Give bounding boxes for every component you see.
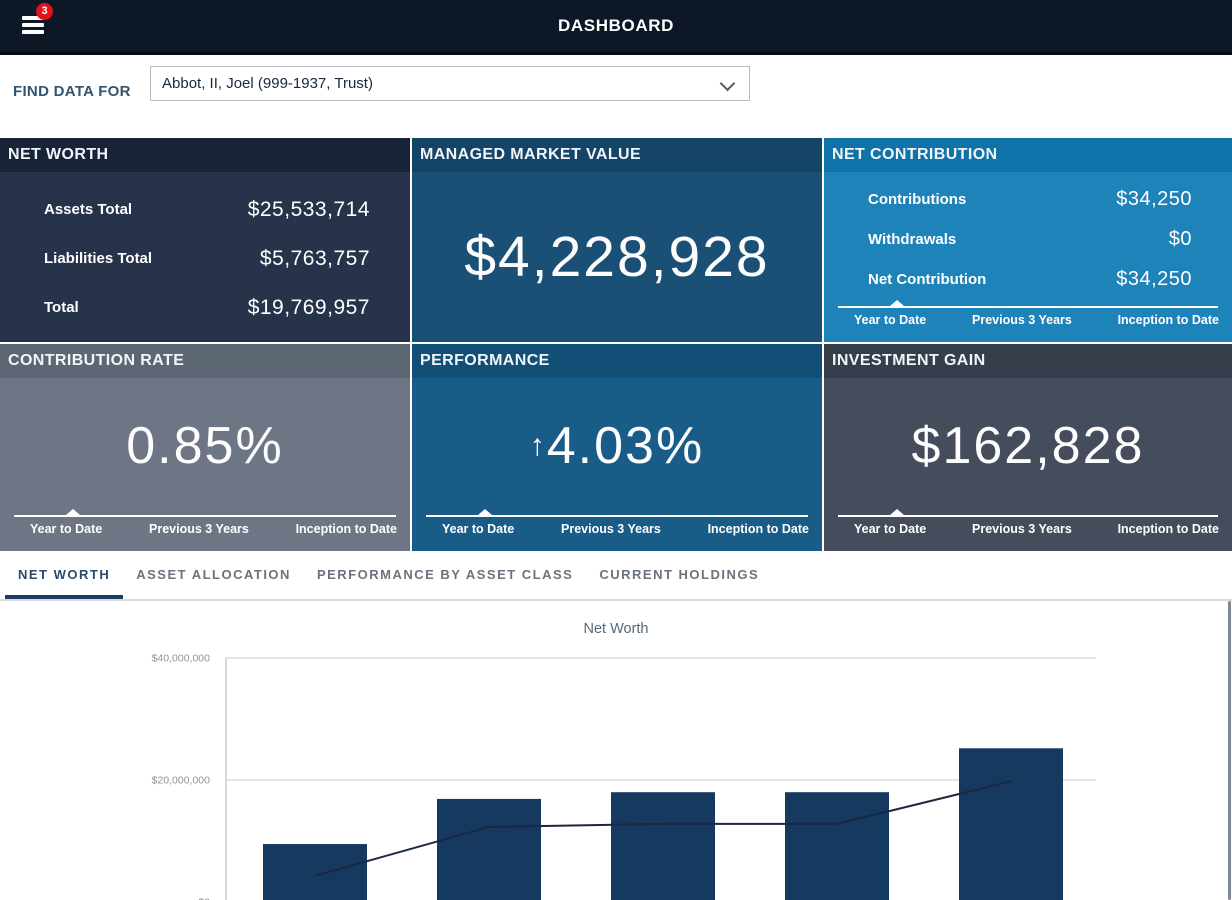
- period-selector-track: [838, 515, 1218, 517]
- period-selector: Year to Date Previous 3 Years Inception …: [824, 515, 1232, 551]
- period-tab-previous-3-years[interactable]: Previous 3 Years: [972, 313, 1072, 327]
- period-tab-year-to-date[interactable]: Year to Date: [442, 522, 514, 536]
- period-tab-inception-to-date[interactable]: Inception to Date: [1118, 313, 1219, 327]
- net-worth-bar: [611, 792, 715, 900]
- row-value: $19,769,957: [248, 296, 370, 320]
- period-selector-track: [14, 515, 396, 517]
- period-selector-track: [838, 306, 1218, 308]
- y-axis-tick-label: $20,000,000: [152, 775, 211, 787]
- net-worth-row-liabilities: Liabilities Total $5,763,757: [44, 234, 370, 283]
- period-selector-indicator-icon: [890, 300, 904, 306]
- net-worth-bar: [437, 799, 541, 900]
- net-contribution-row-net: Net Contribution $34,250: [868, 259, 1192, 299]
- tile-net-worth-title: NET WORTH: [0, 138, 410, 172]
- row-label: Liabilities Total: [44, 250, 152, 267]
- net-contribution-row-withdrawals: Withdrawals $0: [868, 219, 1192, 259]
- net-contribution-row-contributions: Contributions $34,250: [868, 179, 1192, 219]
- period-selector: Year to Date Previous 3 Years Inception …: [412, 515, 822, 551]
- tile-net-contribution-title: NET CONTRIBUTION: [824, 138, 1232, 172]
- up-arrow-icon: ↑: [530, 429, 545, 463]
- row-label: Total: [44, 299, 79, 316]
- account-select-value: Abbot, II, Joel (999-1937, Trust): [162, 75, 373, 92]
- net-worth-bar: [785, 792, 889, 900]
- finder-row: FIND DATA FOR Abbot, II, Joel (999-1937,…: [0, 55, 1232, 138]
- tile-contribution-rate: CONTRIBUTION RATE 0.85% Year to Date Pre…: [0, 344, 410, 551]
- row-value: $0: [1169, 228, 1192, 251]
- period-tab-previous-3-years[interactable]: Previous 3 Years: [972, 522, 1072, 536]
- period-selector-indicator-icon: [478, 509, 492, 515]
- vertical-scrollbar[interactable]: [1228, 601, 1231, 900]
- row-label: Assets Total: [44, 201, 132, 218]
- net-worth-row-total: Total $19,769,957: [44, 283, 370, 332]
- row-label: Contributions: [868, 191, 966, 208]
- tile-net-worth: NET WORTH Assets Total $25,533,714 Liabi…: [0, 138, 410, 342]
- top-app-bar: 3 DASHBOARD: [0, 0, 1232, 55]
- tile-managed-market-value-body: $4,228,928: [412, 172, 822, 342]
- account-select[interactable]: Abbot, II, Joel (999-1937, Trust): [150, 66, 750, 101]
- tab-asset-allocation[interactable]: ASSET ALLOCATION: [123, 551, 304, 599]
- tile-managed-market-value: MANAGED MARKET VALUE $4,228,928: [412, 138, 822, 342]
- summary-tiles: NET WORTH Assets Total $25,533,714 Liabi…: [0, 138, 1232, 551]
- tile-investment-gain-title: INVESTMENT GAIN: [824, 344, 1232, 378]
- performance-value: ↑ 4.03%: [412, 378, 822, 513]
- row-value: $5,763,757: [260, 247, 370, 271]
- row-label: Withdrawals: [868, 231, 956, 248]
- y-axis-tick-label: $40,000,000: [152, 653, 211, 665]
- y-axis-tick-label: $0: [198, 897, 210, 900]
- investment-gain-value: $162,828: [824, 378, 1232, 513]
- net-worth-chart-svg: $40,000,000 $20,000,000 $0: [0, 601, 1232, 900]
- period-tab-previous-3-years[interactable]: Previous 3 Years: [149, 522, 249, 536]
- tile-net-contribution-body: Contributions $34,250 Withdrawals $0 Net…: [824, 172, 1232, 342]
- tile-performance-body: ↑ 4.03% Year to Date Previous 3 Years In…: [412, 378, 822, 551]
- tile-performance: PERFORMANCE ↑ 4.03% Year to Date Previou…: [412, 344, 822, 551]
- period-tab-inception-to-date[interactable]: Inception to Date: [1118, 522, 1219, 536]
- performance-percent: 4.03%: [547, 416, 704, 476]
- net-worth-bar: [263, 844, 367, 900]
- tile-investment-gain: INVESTMENT GAIN $162,828 Year to Date Pr…: [824, 344, 1232, 551]
- net-worth-row-assets: Assets Total $25,533,714: [44, 185, 370, 234]
- period-selector-indicator-icon: [66, 509, 80, 515]
- tile-managed-market-value-title: MANAGED MARKET VALUE: [412, 138, 822, 172]
- row-label: Net Contribution: [868, 271, 986, 288]
- tile-contribution-rate-title: CONTRIBUTION RATE: [0, 344, 410, 378]
- period-tab-previous-3-years[interactable]: Previous 3 Years: [561, 522, 661, 536]
- page-title: DASHBOARD: [0, 0, 1232, 52]
- tile-contribution-rate-body: 0.85% Year to Date Previous 3 Years Ince…: [0, 378, 410, 551]
- find-data-for-label: FIND DATA FOR: [13, 82, 131, 102]
- period-selector: Year to Date Previous 3 Years Inception …: [0, 515, 410, 551]
- chevron-down-icon: [720, 76, 736, 92]
- period-tab-inception-to-date[interactable]: Inception to Date: [708, 522, 809, 536]
- contribution-rate-value: 0.85%: [0, 378, 410, 513]
- row-value: $34,250: [1116, 268, 1192, 291]
- net-worth-bar: [959, 748, 1063, 900]
- tab-current-holdings[interactable]: CURRENT HOLDINGS: [586, 551, 772, 599]
- tab-performance-by-asset-class[interactable]: PERFORMANCE BY ASSET CLASS: [304, 551, 586, 599]
- tile-net-worth-body: Assets Total $25,533,714 Liabilities Tot…: [0, 172, 410, 342]
- tile-investment-gain-body: $162,828 Year to Date Previous 3 Years I…: [824, 378, 1232, 551]
- section-tab-bar: NET WORTH ASSET ALLOCATION PERFORMANCE B…: [0, 551, 1232, 601]
- managed-market-value-amount: $4,228,928: [412, 172, 822, 342]
- period-selector-track: [426, 515, 808, 517]
- period-selector: Year to Date Previous 3 Years Inception …: [824, 306, 1232, 342]
- tab-net-worth[interactable]: NET WORTH: [5, 551, 123, 599]
- period-tab-year-to-date[interactable]: Year to Date: [30, 522, 102, 536]
- tile-net-contribution: NET CONTRIBUTION Contributions $34,250 W…: [824, 138, 1232, 342]
- period-tab-inception-to-date[interactable]: Inception to Date: [296, 522, 397, 536]
- period-tab-year-to-date[interactable]: Year to Date: [854, 522, 926, 536]
- row-value: $34,250: [1116, 188, 1192, 211]
- period-selector-indicator-icon: [890, 509, 904, 515]
- net-worth-chart-section: $40,000,000 $20,000,000 $0 Net Worth: [0, 601, 1232, 900]
- row-value: $25,533,714: [248, 198, 370, 222]
- chart-title: Net Worth: [0, 621, 1232, 637]
- period-tab-year-to-date[interactable]: Year to Date: [854, 313, 926, 327]
- tile-performance-title: PERFORMANCE: [412, 344, 822, 378]
